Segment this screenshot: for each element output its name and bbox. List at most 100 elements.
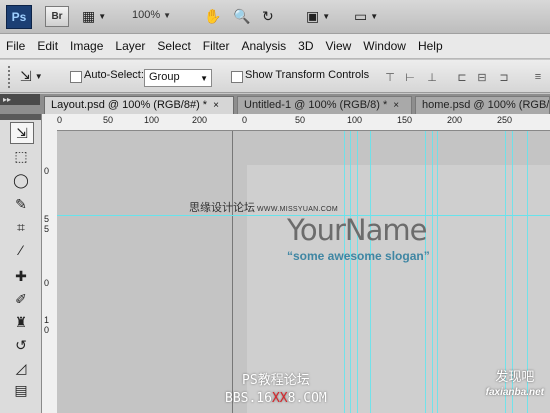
slogan-text: “some awesome slogan”: [287, 249, 430, 263]
healing-brush-tool-icon[interactable]: ✚: [10, 266, 32, 286]
watermark-bottom-line-1: PS教程论坛: [242, 373, 310, 388]
lasso-tool-icon[interactable]: ◯: [10, 170, 32, 190]
ruler-tick: 0: [44, 325, 50, 335]
vertical-guide[interactable]: [370, 131, 371, 413]
tab-label: Layout.psd @ 100% (RGB/8#) *: [51, 99, 208, 111]
distribute-top-icon[interactable]: ≡: [530, 69, 546, 85]
move-tool-icon[interactable]: ⇲: [10, 122, 34, 144]
zoom-level-dropdown[interactable]: 100% ▼: [132, 9, 171, 21]
tools-panel: ⇲ ⬚ ◯ ✎ ⌗ ⁄ ✚ ✐ ♜ ↺ ◿ ▤: [0, 114, 42, 413]
menu-filter[interactable]: Filter: [197, 39, 236, 53]
vertical-guide[interactable]: [432, 131, 433, 413]
align-left-icon[interactable]: ⊏: [454, 69, 470, 85]
watermark-corner-line-1: 发现吧: [495, 369, 535, 384]
watermark-corner: 发现吧 faxianba.net: [486, 369, 544, 401]
vertical-guide[interactable]: [350, 131, 351, 413]
ruler-tick: 0: [44, 278, 50, 288]
ruler-tick: 0: [44, 166, 50, 176]
collapse-panels-button[interactable]: ▸▸: [0, 94, 40, 105]
chevron-down-icon: ▼: [98, 11, 107, 21]
chevron-down-icon: ▼: [322, 11, 331, 21]
photoshop-logo: Ps: [6, 5, 32, 29]
watermark-bottom-part: BBS.16: [225, 391, 272, 406]
tab-label: Untitled-1 @ 100% (RGB/8) *: [244, 99, 388, 111]
watermark-top-url: WWW.MISSYUAN.COM: [257, 206, 339, 213]
eyedropper-tool-icon[interactable]: ⁄: [10, 240, 32, 260]
tab-label: home.psd @ 100% (RGB/8) *: [422, 99, 550, 111]
menu-image[interactable]: Image: [64, 39, 109, 53]
ruler-tick: 150: [397, 115, 413, 125]
watermark-bottom-part: 8.COM: [287, 391, 327, 406]
tab-untitled-1[interactable]: Untitled-1 @ 100% (RGB/8) * ×: [237, 96, 412, 114]
zoom-level-value: 100%: [132, 9, 161, 21]
menu-help[interactable]: Help: [412, 39, 449, 53]
vertical-guide[interactable]: [357, 131, 358, 413]
document-canvas[interactable]: 思缘设计论坛 WWW.MISSYUAN.COM YourName “some aw…: [57, 131, 550, 413]
ruler-tick: 50: [295, 115, 306, 125]
menu-view[interactable]: View: [319, 39, 357, 53]
menu-edit[interactable]: Edit: [31, 39, 64, 53]
options-bar-grip[interactable]: [8, 66, 14, 88]
watermark-bottom-line-2: BBS.16XX8.COM: [225, 390, 327, 408]
watermark-top-text: 思缘设计论坛: [189, 202, 255, 214]
vertical-guide[interactable]: [437, 131, 438, 413]
menu-file[interactable]: File: [0, 39, 31, 53]
auto-select-label: Auto-Select:: [84, 69, 144, 81]
close-icon[interactable]: ×: [213, 100, 219, 111]
close-icon[interactable]: ×: [393, 100, 399, 111]
ruler-tick: 100: [347, 115, 363, 125]
ruler-tick: 0: [242, 115, 248, 125]
ruler-tick: 200: [447, 115, 463, 125]
vertical-guide[interactable]: [344, 131, 345, 413]
watermark-bottom: PS教程论坛 BBS.16XX8.COM: [225, 372, 327, 408]
vertical-ruler: 0 5 5 0 1 0: [42, 130, 58, 413]
align-bottom-icon[interactable]: ⊥: [424, 69, 440, 85]
show-transform-controls-checkbox[interactable]: [231, 71, 243, 83]
ruler-tick: 200: [192, 115, 208, 125]
show-transform-controls-label: Show Transform Controls: [245, 69, 370, 81]
tools-panel-header[interactable]: [0, 114, 41, 120]
your-name-heading: YourName: [287, 213, 427, 247]
ruler-tick: 5: [44, 214, 50, 224]
align-right-icon[interactable]: ⊐: [496, 69, 512, 85]
menu-layer[interactable]: Layer: [109, 39, 151, 53]
screen-mode-icon[interactable]: ▭ ▼: [354, 6, 378, 26]
chevron-down-icon: ▼: [370, 11, 379, 21]
auto-select-dropdown[interactable]: Group ▼: [144, 69, 212, 87]
chevron-down-icon: ▼: [34, 71, 43, 81]
watermark-bottom-part: XX: [271, 391, 288, 406]
brush-tool-icon[interactable]: ✐: [10, 289, 32, 309]
menu-analysis[interactable]: Analysis: [235, 39, 292, 53]
auto-select-value: Group: [149, 71, 180, 83]
tab-home-psd[interactable]: home.psd @ 100% (RGB/8) *: [415, 96, 550, 114]
ruler-tick: 1: [44, 315, 50, 325]
move-tool-preset-icon[interactable]: ⇲ ▼: [20, 66, 43, 86]
rotate-view-icon[interactable]: ↻: [262, 6, 274, 26]
menu-bar: File Edit Image Layer Select Filter Anal…: [0, 34, 550, 59]
marquee-tool-icon[interactable]: ⬚: [10, 146, 32, 166]
menu-3d[interactable]: 3D: [292, 39, 319, 53]
crop-tool-icon[interactable]: ⌗: [10, 217, 32, 237]
arrange-documents-icon[interactable]: ▣ ▼: [306, 6, 330, 26]
bridge-button[interactable]: Br: [45, 6, 69, 27]
clone-stamp-tool-icon[interactable]: ♜: [10, 312, 32, 332]
ruler-tick: 5: [44, 224, 50, 234]
menu-select[interactable]: Select: [151, 39, 196, 53]
quick-selection-tool-icon[interactable]: ✎: [10, 194, 32, 214]
gradient-tool-icon[interactable]: ▤: [10, 380, 32, 400]
menu-window[interactable]: Window: [357, 39, 412, 53]
align-vertical-center-icon[interactable]: ⊢: [402, 69, 418, 85]
zoom-icon[interactable]: 🔍: [233, 6, 250, 26]
watermark-corner-line-2: faxianba.net: [485, 387, 544, 398]
vertical-guide[interactable]: [425, 131, 426, 413]
film-icon[interactable]: ▦ ▼: [82, 6, 106, 26]
ruler-tick: 250: [497, 115, 513, 125]
hand-icon[interactable]: ✋: [204, 6, 221, 26]
chevron-down-icon: ▼: [163, 11, 172, 20]
history-brush-tool-icon[interactable]: ↺: [10, 335, 32, 355]
auto-select-checkbox[interactable]: [70, 71, 82, 83]
align-top-icon[interactable]: ⊤: [382, 69, 398, 85]
align-horizontal-center-icon[interactable]: ⊟: [474, 69, 490, 85]
tab-layout-psd[interactable]: Layout.psd @ 100% (RGB/8#) * ×: [44, 96, 234, 114]
eraser-tool-icon[interactable]: ◿: [10, 358, 32, 378]
